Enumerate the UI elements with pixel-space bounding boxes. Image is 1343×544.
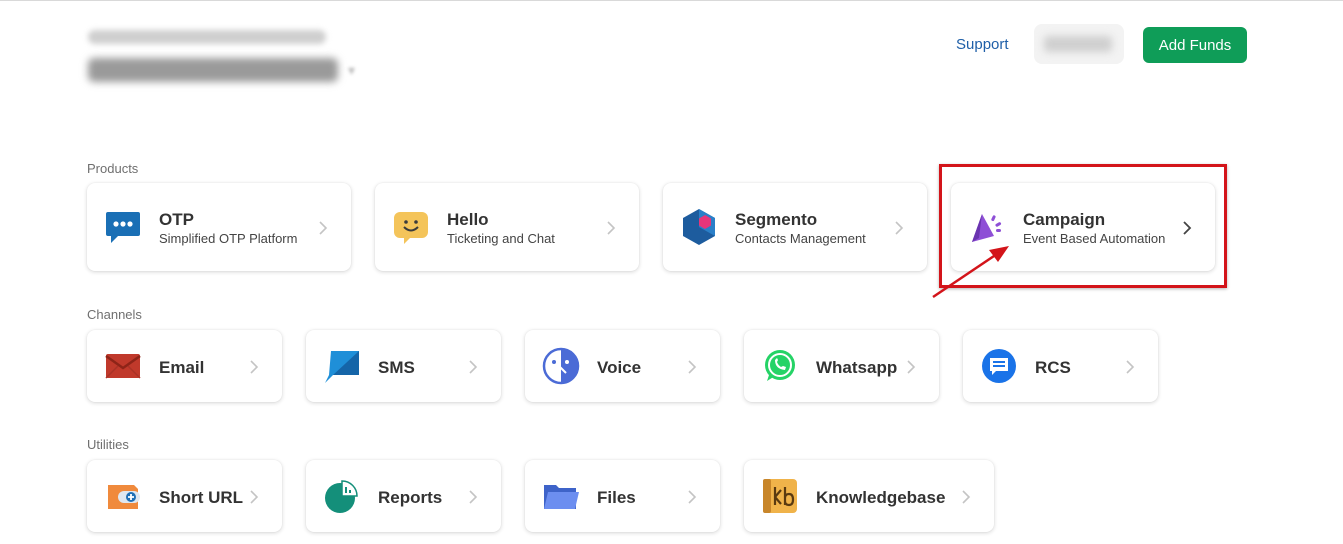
product-title: Hello bbox=[447, 210, 489, 229]
support-link[interactable]: Support bbox=[956, 36, 1009, 53]
section-label-utilities: Utilities bbox=[87, 437, 129, 452]
chevron-right-icon bbox=[249, 490, 259, 504]
channel-title: SMS bbox=[378, 358, 415, 377]
product-subtitle: Ticketing and Chat bbox=[447, 231, 555, 246]
chevron-down-icon[interactable]: ▾ bbox=[348, 62, 360, 78]
chevron-right-icon bbox=[249, 360, 259, 374]
channel-title: RCS bbox=[1035, 358, 1071, 377]
product-card-hello[interactable]: Hello Ticketing and Chat bbox=[375, 183, 639, 271]
rcs-chat-icon bbox=[980, 347, 1018, 385]
channel-title: Email bbox=[159, 358, 205, 377]
channel-card-voice[interactable]: Voice bbox=[525, 330, 720, 402]
chevron-right-icon bbox=[606, 221, 616, 235]
company-name-redacted[interactable] bbox=[88, 58, 338, 82]
envelope-icon bbox=[104, 347, 142, 385]
chevron-right-icon bbox=[894, 221, 904, 235]
chevron-right-icon bbox=[468, 360, 478, 374]
utility-title: Files bbox=[597, 488, 636, 507]
channel-title: Whatsapp bbox=[816, 358, 898, 377]
folder-icon bbox=[542, 477, 580, 515]
utility-title: Short URL bbox=[159, 488, 244, 507]
chevron-right-icon bbox=[906, 360, 916, 374]
section-label-channels: Channels bbox=[87, 307, 142, 322]
pie-chart-icon bbox=[323, 477, 361, 515]
greeting-text-redacted bbox=[88, 30, 326, 44]
whatsapp-icon bbox=[761, 347, 799, 385]
utility-card-short-url[interactable]: Short URL bbox=[87, 460, 282, 532]
chat-dots-icon bbox=[104, 208, 142, 246]
product-title: Segmento bbox=[735, 210, 818, 229]
product-subtitle: Contacts Management bbox=[735, 231, 866, 246]
chevron-right-icon bbox=[468, 490, 478, 504]
channel-card-whatsapp[interactable]: Whatsapp bbox=[744, 330, 939, 402]
product-card-segmento[interactable]: Segmento Contacts Management bbox=[663, 183, 927, 271]
utility-title: Knowledgebase bbox=[816, 488, 946, 507]
channel-card-sms[interactable]: SMS bbox=[306, 330, 501, 402]
utility-card-knowledgebase[interactable]: Knowledgebase bbox=[744, 460, 994, 532]
channel-card-rcs[interactable]: RCS bbox=[963, 330, 1158, 402]
hexagon-icon bbox=[680, 208, 718, 246]
chevron-right-icon bbox=[687, 360, 697, 374]
product-card-otp[interactable]: OTP Simplified OTP Platform bbox=[87, 183, 351, 271]
product-subtitle: Simplified OTP Platform bbox=[159, 231, 298, 246]
chevron-right-icon bbox=[961, 490, 971, 504]
channel-card-email[interactable]: Email bbox=[87, 330, 282, 402]
add-funds-button[interactable]: Add Funds bbox=[1143, 27, 1247, 63]
chevron-right-icon bbox=[1125, 360, 1135, 374]
top-border bbox=[0, 0, 1343, 1]
link-tag-icon bbox=[104, 477, 142, 515]
sms-bubble-icon bbox=[323, 347, 361, 385]
chevron-right-icon bbox=[687, 490, 697, 504]
user-menu-redacted[interactable] bbox=[1034, 24, 1124, 64]
utility-card-files[interactable]: Files bbox=[525, 460, 720, 532]
chevron-right-icon bbox=[318, 221, 328, 235]
utility-card-reports[interactable]: Reports bbox=[306, 460, 501, 532]
utility-title: Reports bbox=[378, 488, 443, 507]
kb-book-icon bbox=[761, 477, 799, 515]
annotation-arrow-icon bbox=[932, 246, 1009, 299]
section-label-products: Products bbox=[87, 161, 139, 176]
product-title: OTP bbox=[159, 210, 194, 229]
channel-title: Voice bbox=[597, 358, 642, 377]
voice-face-icon bbox=[542, 347, 580, 385]
smiley-chat-icon bbox=[392, 208, 430, 246]
